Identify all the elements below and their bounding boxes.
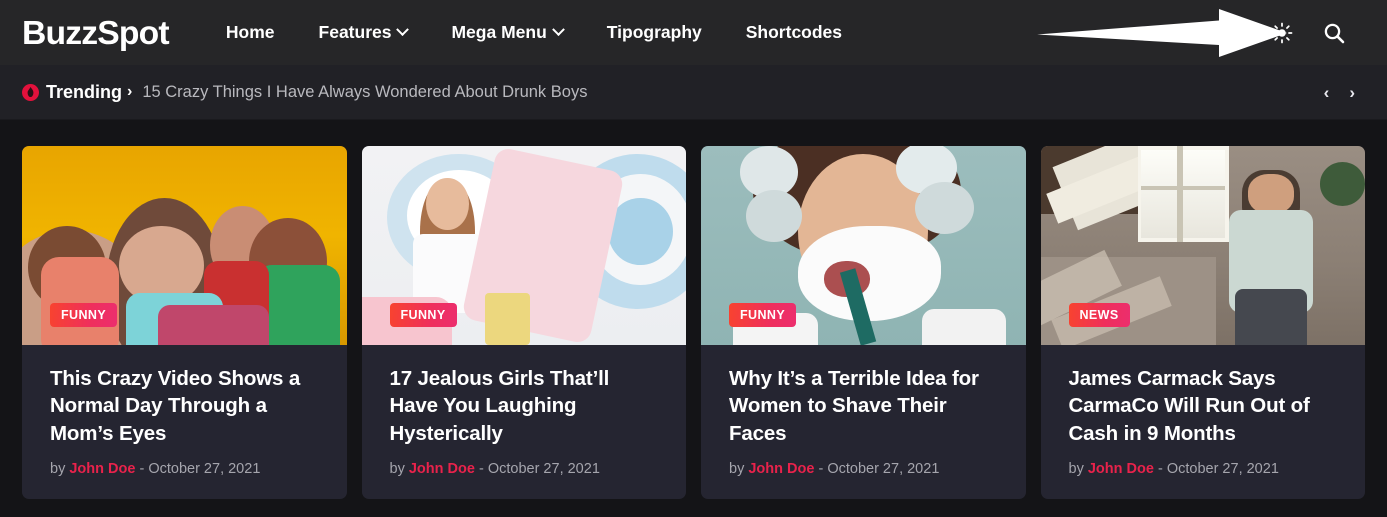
post-byline-prefix: by: [389, 460, 405, 477]
post-author[interactable]: John Doe: [748, 461, 814, 477]
post-meta-separator: -: [478, 460, 484, 477]
category-badge[interactable]: NEWS: [1068, 303, 1130, 327]
post-meta: by John Doe - October 27, 2021: [390, 461, 659, 477]
trending-prev-button[interactable]: ‹: [1324, 84, 1330, 101]
post-meta: by John Doe - October 27, 2021: [50, 461, 319, 477]
post-card-body: 17 Jealous Girls That’ll Have You Laughi…: [362, 345, 687, 499]
post-byline-prefix: by: [50, 460, 66, 477]
post-author[interactable]: John Doe: [409, 461, 475, 477]
post-card[interactable]: FUNNY This Crazy Video Shows a Normal Da…: [22, 146, 347, 499]
trending-nav: ‹ ›: [1324, 84, 1365, 101]
post-thumbnail: FUNNY: [701, 146, 1026, 345]
nav-item-shortcodes[interactable]: Shortcodes: [724, 22, 864, 43]
post-date: October 27, 2021: [1166, 460, 1279, 477]
post-author[interactable]: John Doe: [1088, 461, 1154, 477]
chevron-down-icon: [396, 23, 410, 37]
annotation-arrow-icon: [1037, 9, 1287, 57]
post-meta-separator: -: [1157, 460, 1163, 477]
trending-label: Trending: [46, 81, 122, 102]
nav-item-label: Home: [225, 22, 275, 42]
primary-nav: Home Features Mega Menu Tipography Short…: [204, 22, 864, 43]
header-actions: [1269, 20, 1365, 46]
post-date: October 27, 2021: [148, 460, 261, 477]
search-icon[interactable]: [1321, 20, 1347, 46]
post-author[interactable]: John Doe: [69, 461, 135, 477]
post-card-body: Why It’s a Terrible Idea for Women to Sh…: [701, 345, 1026, 499]
trending-flame-icon: [22, 83, 39, 101]
nav-item-features[interactable]: Features: [297, 22, 430, 43]
post-date: October 27, 2021: [827, 460, 940, 477]
trending-caret-icon: ›: [127, 83, 133, 100]
post-card-body: James Carmack Says CarmaCo Will Run Out …: [1041, 345, 1366, 499]
nav-item-label: Mega Menu: [451, 22, 547, 42]
site-header: BuzzSpot Home Features Mega Menu Tipogra…: [0, 0, 1387, 65]
post-meta: by John Doe - October 27, 2021: [1069, 461, 1338, 477]
nav-item-label: Features: [318, 22, 392, 42]
nav-item-home[interactable]: Home: [204, 22, 297, 43]
post-card[interactable]: FUNNY Why It’s a Terrible Idea for Women…: [701, 146, 1026, 499]
post-title[interactable]: 17 Jealous Girls That’ll Have You Laughi…: [390, 365, 659, 447]
featured-posts-grid: FUNNY This Crazy Video Shows a Normal Da…: [0, 120, 1387, 511]
category-badge[interactable]: FUNNY: [729, 303, 797, 327]
chevron-down-icon: [551, 23, 565, 37]
post-meta: by John Doe - October 27, 2021: [729, 461, 998, 477]
post-card[interactable]: FUNNY 17 Jealous Girls That’ll Have You …: [361, 146, 687, 499]
post-thumbnail: FUNNY: [22, 146, 347, 345]
post-byline-prefix: by: [729, 460, 745, 477]
trending-bar: Trending › 15 Crazy Things I Have Always…: [0, 65, 1387, 120]
site-logo[interactable]: BuzzSpot: [22, 14, 170, 52]
nav-item-mega-menu[interactable]: Mega Menu: [429, 22, 584, 43]
post-byline-prefix: by: [1068, 460, 1084, 477]
post-thumbnail: NEWS: [1040, 146, 1365, 345]
trending-headline[interactable]: 15 Crazy Things I Have Always Wondered A…: [142, 83, 587, 102]
post-meta-separator: -: [818, 460, 824, 477]
post-title[interactable]: James Carmack Says CarmaCo Will Run Out …: [1069, 365, 1338, 447]
post-card[interactable]: NEWS James Carmack Says CarmaCo Will Run…: [1040, 146, 1366, 499]
nav-item-label: Tipography: [606, 22, 702, 42]
nav-item-tipography[interactable]: Tipography: [585, 22, 724, 43]
nav-item-label: Shortcodes: [745, 22, 843, 42]
post-date: October 27, 2021: [487, 460, 600, 477]
post-card-body: This Crazy Video Shows a Normal Day Thro…: [22, 345, 347, 499]
trending-next-button[interactable]: ›: [1349, 84, 1355, 101]
post-title[interactable]: This Crazy Video Shows a Normal Day Thro…: [50, 365, 319, 447]
sun-icon[interactable]: [1269, 20, 1295, 46]
post-title[interactable]: Why It’s a Terrible Idea for Women to Sh…: [729, 365, 998, 447]
post-meta-separator: -: [139, 460, 145, 477]
category-badge[interactable]: FUNNY: [389, 303, 457, 327]
category-badge[interactable]: FUNNY: [50, 303, 118, 327]
post-thumbnail: FUNNY: [361, 146, 686, 345]
